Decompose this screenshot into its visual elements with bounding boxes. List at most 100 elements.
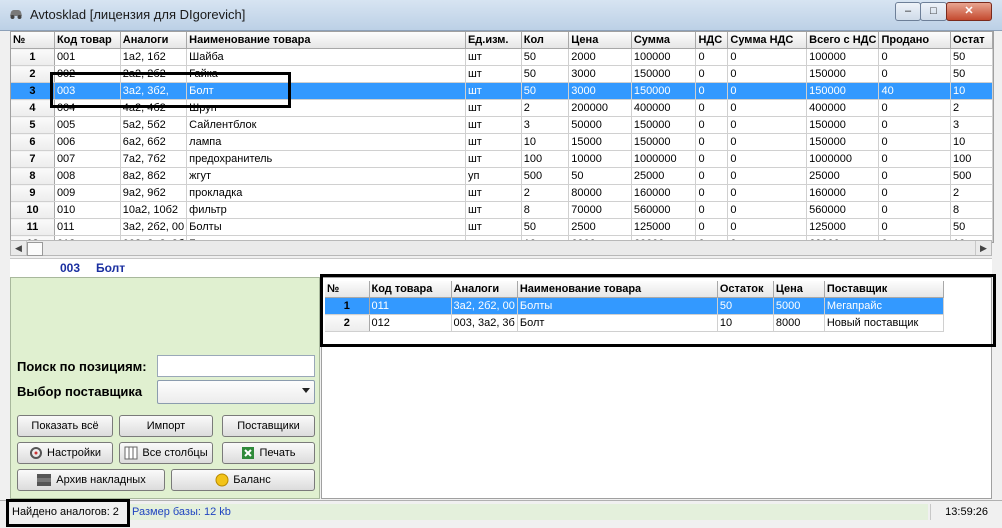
table-cell[interactable]: шт: [465, 99, 522, 117]
table-cell[interactable]: 150000: [806, 82, 880, 100]
table-cell[interactable]: 0: [878, 201, 952, 219]
table-cell[interactable]: шт: [465, 65, 522, 83]
column-header[interactable]: Остаток: [717, 281, 774, 298]
table-cell[interactable]: жгут: [186, 167, 466, 185]
table-cell[interactable]: 001: [54, 48, 121, 66]
table-cell[interactable]: 0: [878, 99, 952, 117]
row-number[interactable]: 9: [11, 184, 55, 202]
table-cell[interactable]: 1000000: [631, 150, 697, 168]
table-cell[interactable]: 100000: [806, 48, 880, 66]
table-cell[interactable]: Шруп: [186, 99, 466, 117]
table-cell[interactable]: 003: [54, 82, 121, 100]
table-cell[interactable]: 50: [521, 218, 570, 236]
column-header[interactable]: №: [325, 281, 370, 298]
maximize-button[interactable]: □: [920, 2, 947, 21]
row-number[interactable]: 1: [11, 48, 55, 66]
table-cell[interactable]: Болт: [517, 314, 718, 332]
table-cell[interactable]: 150000: [631, 133, 697, 151]
table-cell[interactable]: 400000: [631, 99, 697, 117]
table-cell[interactable]: 009: [54, 184, 121, 202]
row-number[interactable]: 5: [11, 116, 55, 134]
table-cell[interactable]: 125000: [806, 218, 880, 236]
table-cell[interactable]: 0: [695, 201, 729, 219]
table-cell[interactable]: 2000: [568, 48, 632, 66]
close-button[interactable]: ✕: [946, 2, 992, 21]
table-cell[interactable]: 50000: [568, 116, 632, 134]
table-cell[interactable]: 0: [727, 184, 808, 202]
product-row[interactable]: 5 005 5а2, 5б2 Сайлентблок шт 3 50000 150000 0 0 1…: [11, 116, 993, 134]
table-cell[interactable]: 150000: [806, 65, 880, 83]
table-cell[interactable]: 10: [717, 314, 774, 332]
table-cell[interactable]: 70000: [568, 201, 632, 219]
print-button[interactable]: Печать: [222, 442, 315, 464]
table-cell[interactable]: 5а2, 5б2: [120, 116, 188, 134]
row-number[interactable]: 2: [11, 65, 55, 83]
column-header[interactable]: Код товара: [369, 281, 452, 298]
supplier-select[interactable]: [157, 380, 315, 404]
product-row[interactable]: 3 003 3а2, 3б2, Болт шт 50 3000 150000 0 0 150000 4…: [11, 82, 993, 100]
table-cell[interactable]: 0: [878, 65, 952, 83]
column-header[interactable]: Аналоги: [451, 281, 518, 298]
product-row[interactable]: 2 002 2а2, 2б2 Гайка шт 50 3000 150000 0 0 150000 0…: [11, 65, 993, 83]
column-header[interactable]: Остат: [950, 32, 993, 49]
column-header[interactable]: НДС: [695, 32, 729, 49]
table-cell[interactable]: 8000: [773, 314, 825, 332]
table-cell[interactable]: 011: [369, 297, 452, 315]
table-cell[interactable]: 50: [950, 48, 993, 66]
table-cell[interactable]: 008: [54, 167, 121, 185]
product-row[interactable]: 1 001 1а2, 1б2 Шайба шт 50 2000 100000 0 0 100000 0…: [11, 48, 993, 66]
table-cell[interactable]: шт: [465, 133, 522, 151]
product-row[interactable]: 7 007 7а2, 7б2 предохранитель шт 100 10000 1000…: [11, 150, 993, 168]
table-cell[interactable]: 0: [878, 48, 952, 66]
table-cell[interactable]: Новый поставщик: [824, 314, 944, 332]
table-cell[interactable]: 7а2, 7б2: [120, 150, 188, 168]
table-cell[interactable]: 0: [878, 184, 952, 202]
table-cell[interactable]: 50: [521, 65, 570, 83]
product-row[interactable]: 6 006 6а2, 6б2 лампа шт 10 15000 150000 0 0 150000…: [11, 133, 993, 151]
table-cell[interactable]: 100: [950, 150, 993, 168]
table-cell[interactable]: 0: [727, 150, 808, 168]
column-header[interactable]: Поставщик: [824, 281, 944, 298]
table-cell[interactable]: 150000: [631, 82, 697, 100]
table-cell[interactable]: 100: [521, 150, 570, 168]
table-cell[interactable]: 003, 3а2, 3б: [451, 314, 518, 332]
product-row[interactable]: 4 004 4а2, 4б2 Шруп шт 2 200000 400000 0 0 400000 0…: [11, 99, 993, 117]
table-cell[interactable]: 10: [950, 82, 993, 100]
products-grid[interactable]: № Код товар Аналоги Наименование товара Ед.и…: [10, 31, 994, 243]
table-cell[interactable]: 011: [54, 218, 121, 236]
table-cell[interactable]: 0: [727, 48, 808, 66]
table-cell[interactable]: 160000: [806, 184, 880, 202]
column-header[interactable]: Сумма НДС: [727, 32, 808, 49]
product-row[interactable]: 10 010 10а2, 10б2 фильтр шт 8 70000 560000 0 0 560…: [11, 201, 993, 219]
table-cell[interactable]: Болты: [517, 297, 718, 315]
table-cell[interactable]: 50: [521, 82, 570, 100]
table-cell[interactable]: 0: [695, 82, 729, 100]
table-cell[interactable]: 6а2, 6б2: [120, 133, 188, 151]
table-cell[interactable]: 1000000: [806, 150, 880, 168]
suppliers-button[interactable]: Поставщики: [222, 415, 315, 437]
table-cell[interactable]: 2а2, 2б2: [120, 65, 188, 83]
table-cell[interactable]: 3000: [568, 82, 632, 100]
table-cell[interactable]: лампа: [186, 133, 466, 151]
table-cell[interactable]: 9а2, 9б2: [120, 184, 188, 202]
row-number[interactable]: 6: [11, 133, 55, 151]
scroll-right-icon[interactable]: ▶: [975, 241, 991, 255]
table-cell[interactable]: 160000: [631, 184, 697, 202]
all-columns-button[interactable]: Все столбцы: [119, 442, 213, 464]
table-cell[interactable]: шт: [465, 201, 522, 219]
column-header[interactable]: Цена: [773, 281, 825, 298]
table-cell[interactable]: Болты: [186, 218, 466, 236]
column-header[interactable]: Наименование товара: [517, 281, 718, 298]
table-cell[interactable]: 006: [54, 133, 121, 151]
archive-button[interactable]: Архив накладных: [17, 469, 165, 491]
row-number[interactable]: 1: [325, 297, 370, 315]
table-cell[interactable]: 10: [521, 133, 570, 151]
table-cell[interactable]: 4а2, 4б2: [120, 99, 188, 117]
table-cell[interactable]: 0: [695, 116, 729, 134]
row-number[interactable]: 3: [11, 82, 55, 100]
row-number[interactable]: 7: [11, 150, 55, 168]
table-cell[interactable]: фильтр: [186, 201, 466, 219]
table-cell[interactable]: 0: [695, 167, 729, 185]
table-cell[interactable]: прокладка: [186, 184, 466, 202]
table-cell[interactable]: 8: [521, 201, 570, 219]
